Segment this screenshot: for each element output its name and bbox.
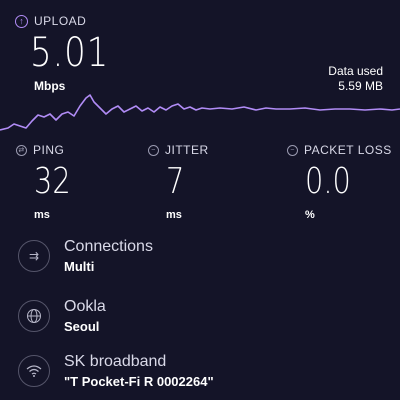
wifi-icon — [18, 355, 50, 387]
connections-value: Multi — [64, 258, 95, 274]
provider-row[interactable]: SK broadband "T Pocket-Fi R 0002264" — [18, 353, 214, 389]
upload-label: UPLOAD — [34, 14, 87, 28]
jitter-metric: ~ JITTER 7 ms — [148, 143, 209, 221]
ping-icon: ⇄ — [16, 144, 27, 156]
ping-unit: ms — [34, 209, 50, 221]
jitter-value: 7 — [166, 161, 185, 202]
ping-metric: ⇄ PING 32 ms — [16, 143, 71, 221]
server-row[interactable]: Ookla Seoul — [18, 298, 106, 334]
jitter-unit: ms — [166, 209, 182, 221]
server-provider-title: Ookla — [64, 297, 106, 315]
server-location: Seoul — [64, 318, 100, 334]
ping-value: 32 — [34, 161, 71, 202]
globe-icon — [18, 300, 50, 332]
speedtest-result-screen: ↑ UPLOAD 5.01 Mbps Data used 5.59 MB ⇄ P… — [0, 0, 400, 400]
upload-speed-value: 5.01 — [30, 30, 110, 76]
upload-speed-graph — [0, 94, 400, 131]
jitter-label: JITTER — [165, 143, 209, 157]
connections-row[interactable]: ⇉ Connections Multi — [18, 238, 153, 274]
packet-loss-value: 0.0 — [305, 161, 351, 202]
packet-loss-icon: − — [287, 144, 298, 156]
network-name: "T Pocket-Fi R 0002264" — [64, 373, 214, 389]
upload-header: ↑ UPLOAD — [15, 14, 86, 28]
jitter-icon: ~ — [148, 144, 159, 156]
packet-loss-unit: % — [305, 209, 315, 221]
ping-label: PING — [33, 143, 65, 157]
isp-name: SK broadband — [64, 352, 167, 370]
packet-loss-metric: − PACKET LOSS 0.0 % — [287, 143, 392, 221]
connections-arrows-icon: ⇉ — [18, 240, 50, 272]
data-used-label: Data used — [328, 64, 383, 78]
connections-title: Connections — [64, 237, 153, 255]
upload-speed-graph-line — [0, 94, 400, 131]
upload-arrow-icon: ↑ — [15, 14, 28, 28]
packet-loss-label: PACKET LOSS — [304, 143, 392, 157]
